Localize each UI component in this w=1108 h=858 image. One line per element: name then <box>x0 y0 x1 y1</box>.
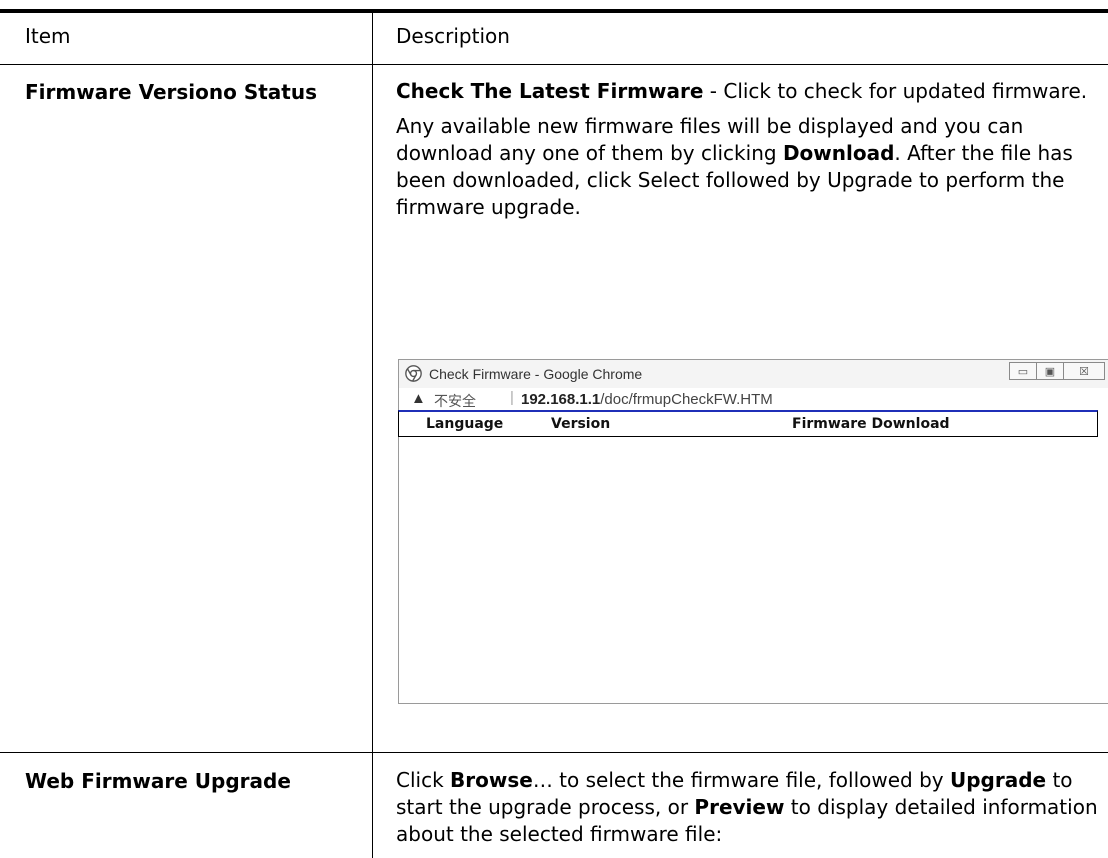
table-top-border <box>0 9 1108 13</box>
row-description-web-upgrade: Click Browse… to select the firmware fil… <box>396 767 1101 848</box>
column-firmware-download: Firmware Download <box>792 416 950 432</box>
warning-icon: ▲ <box>411 390 426 407</box>
header-item: Item <box>25 24 71 48</box>
header-description: Description <box>396 24 510 48</box>
column-version: Version <box>551 416 611 432</box>
not-secure-label: 不安全 <box>434 393 476 409</box>
firmware-table-header: Language Version Firmware Download <box>398 410 1098 437</box>
description-paragraph: Click Browse… to select the firmware fil… <box>396 768 1098 846</box>
row1-bottom-border <box>0 752 1108 753</box>
column-language: Language <box>426 416 504 432</box>
address-bar[interactable]: ▲ 不安全 | 192.168.1.1/doc/frmupCheckFW.HTM <box>399 388 1108 412</box>
preview-label: Preview <box>694 795 785 819</box>
window-titlebar: Check Firmware - Google Chrome ▭ ▣ ☒ <box>399 360 1108 388</box>
description-paragraph: Check The Latest Firmware - Click to che… <box>396 79 1088 103</box>
address-separator: | <box>510 389 514 406</box>
window-controls: ▭ ▣ ☒ <box>1009 362 1105 380</box>
maximize-icon: ▣ <box>1044 365 1056 378</box>
maximize-button[interactable]: ▣ <box>1036 362 1064 380</box>
url-text: 192.168.1.1/doc/frmupCheckFW.HTM <box>521 391 773 408</box>
description-paragraph: Any available new firmware files will be… <box>396 114 1073 219</box>
browse-label: Browse <box>450 768 533 792</box>
row-item-web-upgrade: Web Firmware Upgrade <box>25 769 291 793</box>
column-divider <box>372 13 373 858</box>
row-description-firmware-status: Check The Latest Firmware - Click to che… <box>396 78 1101 221</box>
header-bottom-border <box>0 64 1108 65</box>
window-title: Check Firmware - Google Chrome <box>429 366 643 382</box>
minimize-button[interactable]: ▭ <box>1009 362 1037 380</box>
close-button[interactable]: ☒ <box>1063 362 1105 380</box>
row-item-firmware-status: Firmware Versiono Status <box>25 80 318 104</box>
download-label: Download <box>782 141 895 165</box>
close-icon: ☒ <box>1079 365 1089 378</box>
check-latest-firmware-label: Check The Latest Firmware <box>396 79 704 103</box>
upgrade-label: Upgrade <box>949 768 1047 792</box>
chrome-icon <box>405 365 422 382</box>
minimize-icon: ▭ <box>1017 365 1029 378</box>
